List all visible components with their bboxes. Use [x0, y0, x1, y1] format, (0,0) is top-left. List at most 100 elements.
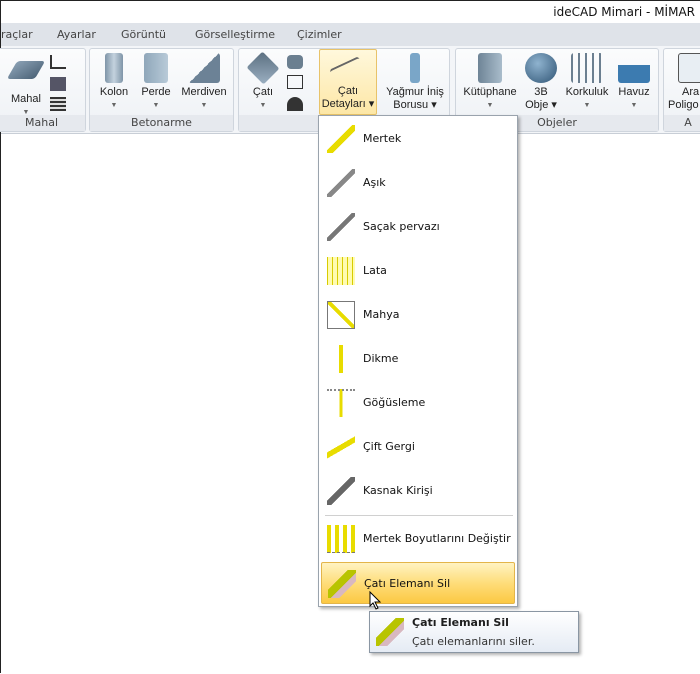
polygon-icon: [678, 53, 700, 83]
dome-icon[interactable]: [287, 55, 303, 69]
group-betonarme: Kolon ▼ Perde ▼ Merdiven ▼ Betonarme: [89, 48, 234, 132]
mouse-cursor-icon: [369, 591, 382, 610]
tab-gorsellestirme[interactable]: Görselleştirme: [195, 28, 275, 41]
tab-araclar[interactable]: raçlar: [1, 28, 33, 41]
menu-item-cift-gergi[interactable]: Çift Gergi: [321, 426, 515, 468]
cati-detaylari-menu: Mertek Aşık Saçak pervazı Lata Mahya Dik…: [318, 115, 518, 607]
merdiven-button[interactable]: Merdiven ▼: [178, 53, 230, 112]
menu-label: Lata: [363, 264, 387, 277]
cati-button[interactable]: Çatı ▼: [245, 51, 281, 112]
cati-detay-label-1: Çatı: [337, 85, 359, 97]
tooltip-description: Çatı elemanlarını siler.: [412, 635, 535, 648]
yagmur-inis-borusu-button[interactable]: Yağmur İniş Borusu ▾: [381, 53, 449, 112]
tab-cizimler[interactable]: Çizimler: [297, 28, 342, 41]
menu-label: Mahya: [363, 308, 400, 321]
region-icon[interactable]: [50, 77, 66, 91]
menu-label: Mertek: [363, 132, 402, 145]
menu-item-mertek-boyutlarini-degistir[interactable]: Mertek Boyutlarını Değiştir: [321, 518, 515, 560]
group-label: Betonarme: [90, 115, 233, 131]
pool-icon: [618, 53, 650, 83]
ring-beam-icon: [327, 477, 355, 505]
ara-label-1: Ara: [682, 86, 700, 98]
roof-window-icon[interactable]: [287, 75, 303, 89]
wall-icon: [144, 53, 168, 83]
menu-label: Çift Gergi: [363, 440, 415, 453]
yagmur-label-2: Borusu: [393, 99, 429, 111]
menu-label: Çatı Elemanı Sil: [364, 577, 451, 590]
group-mahal: Mahal ▼ Mahal: [0, 48, 86, 132]
ara-poligon-button[interactable]: Ara Poligo: [668, 53, 700, 112]
group-label: Mahal: [0, 115, 85, 131]
obje-label-2: Obje: [525, 99, 549, 111]
cati-detaylari-button[interactable]: Çatı Detayları ▾: [319, 49, 377, 115]
tab-ayarlar[interactable]: Ayarlar: [57, 28, 96, 41]
rafter-icon: [327, 125, 355, 153]
yagmur-label-1: Yağmur İniş: [386, 86, 444, 98]
ribbon-tabs: raçlar Ayarlar Görüntü Görselleştirme Çi…: [1, 23, 700, 46]
strut-icon: [327, 389, 355, 417]
eraser-icon: [328, 570, 356, 598]
menu-label: Mertek Boyutlarını Değiştir: [363, 532, 511, 545]
window-title: ideCAD Mimari - MİMAR: [553, 5, 695, 19]
vault-icon[interactable]: [287, 97, 303, 111]
tooltip-title: Çatı Elemanı Sil: [412, 616, 509, 629]
stairs-icon: [188, 53, 220, 83]
roof-detail-icon: [329, 56, 367, 88]
sphere-icon: [525, 53, 557, 83]
kolon-label: Kolon: [99, 86, 129, 98]
railing-icon: [571, 53, 603, 83]
tab-goruntu[interactable]: Görüntü: [121, 28, 166, 41]
cati-label: Çatı: [252, 86, 274, 98]
menu-item-cati-elemani-sil[interactable]: Çatı Elemanı Sil: [321, 562, 515, 604]
korkuluk-label: Korkuluk: [565, 86, 609, 98]
kutuphane-label: Kütüphane: [463, 86, 517, 98]
kolon-button[interactable]: Kolon ▼: [94, 53, 134, 112]
column-icon: [105, 53, 123, 83]
obje-label-1: 3B: [534, 86, 548, 98]
ridge-icon: [327, 301, 355, 329]
cati-detay-label-2: Detayları: [321, 98, 366, 110]
3b-obje-button[interactable]: 3B Obje ▾: [522, 53, 560, 112]
menu-item-gogusleme[interactable]: Göğüsleme: [321, 382, 515, 424]
tooltip: Çatı Elemanı Sil Çatı elemanlarını siler…: [369, 611, 579, 653]
mahal-label: Mahal: [11, 93, 41, 105]
eraser-icon: [376, 618, 404, 646]
purlin-icon: [327, 169, 355, 197]
hatch-icon[interactable]: [50, 97, 66, 111]
batten-icon: [327, 257, 355, 285]
menu-label: Dikme: [363, 352, 399, 365]
group-label: A: [664, 115, 700, 131]
menu-label: Göğüsleme: [363, 396, 426, 409]
mahal-button[interactable]: Mahal ▼: [6, 61, 46, 119]
korkuluk-button[interactable]: Korkuluk ▼: [562, 53, 612, 112]
downpipe-icon: [410, 53, 420, 83]
fascia-icon: [327, 213, 355, 241]
outline-icon[interactable]: [50, 55, 66, 69]
menu-separator: [325, 515, 513, 516]
menu-item-mertek[interactable]: Mertek: [321, 118, 515, 160]
kutuphane-button[interactable]: Kütüphane ▼: [458, 53, 522, 112]
menu-label: Aşık: [363, 176, 386, 189]
perde-label: Perde: [141, 86, 171, 98]
group-a: Ara Poligo A: [663, 48, 700, 132]
menu-item-sacak-pervazi[interactable]: Saçak pervazı: [321, 206, 515, 248]
havuz-label: Havuz: [618, 86, 650, 98]
menu-item-kasnak-kirisi[interactable]: Kasnak Kirişi: [321, 470, 515, 512]
havuz-button[interactable]: Havuz ▼: [614, 53, 654, 112]
menu-item-mahya[interactable]: Mahya: [321, 294, 515, 336]
merdiven-label: Merdiven: [181, 86, 227, 98]
library-icon: [478, 53, 502, 83]
perde-button[interactable]: Perde ▼: [138, 53, 174, 112]
menu-label: Kasnak Kirişi: [363, 484, 433, 497]
title-bar: ideCAD Mimari - MİMAR: [1, 1, 700, 23]
menu-item-dikme[interactable]: Dikme: [321, 338, 515, 380]
menu-label: Saçak pervazı: [363, 220, 440, 233]
rafter-resize-icon: [327, 525, 355, 553]
floor-icon: [6, 61, 46, 79]
post-icon: [327, 345, 355, 373]
roof-icon: [246, 51, 280, 85]
ara-label-2: Poligo: [668, 99, 699, 111]
menu-item-lata[interactable]: Lata: [321, 250, 515, 292]
collar-tie-icon: [327, 433, 355, 461]
menu-item-asik[interactable]: Aşık: [321, 162, 515, 204]
